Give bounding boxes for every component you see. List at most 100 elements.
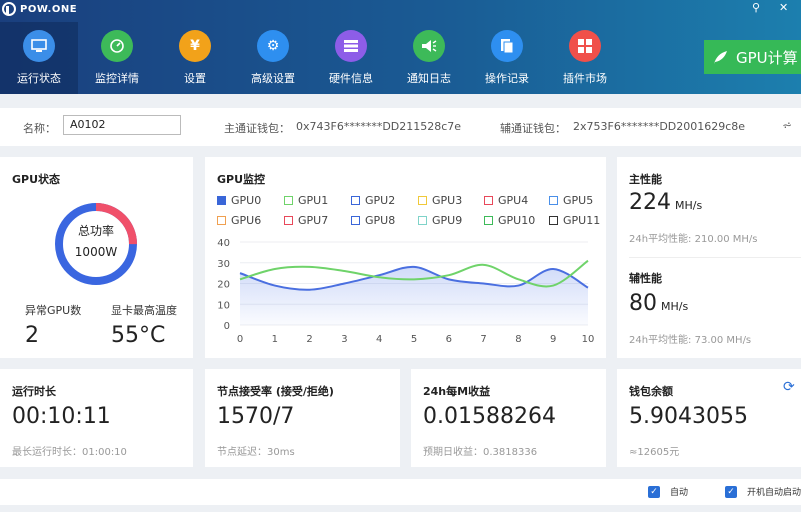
income-value: 0.01588264 — [423, 404, 556, 429]
auto-checkbox[interactable]: ✓ 自动 — [648, 485, 688, 498]
x-tick-label: 8 — [515, 334, 521, 345]
nav-label: 插件市场 — [563, 72, 607, 85]
aux-perf-value: 80 MH/s — [629, 291, 688, 316]
eye-hidden-icon[interactable]: ⩫ — [782, 118, 792, 132]
wallet-info-bar: 名称： A0102 主通证钱包： 0x743F6*******DD211528c… — [0, 108, 801, 146]
pin-icon[interactable]: ⚲ — [752, 1, 760, 15]
nav-label: 硬件信息 — [329, 72, 373, 85]
name-label: 名称： — [23, 122, 56, 135]
main-perf-title: 主性能 — [629, 173, 662, 186]
x-tick-label: 9 — [550, 334, 556, 345]
income-sub: 预期日收益：0.3818336 — [423, 447, 538, 458]
close-icon[interactable]: ✕ — [779, 1, 788, 15]
x-tick-label: 1 — [272, 334, 278, 345]
nav-label: 设置 — [184, 72, 206, 85]
gpu-monitor-chart: 0 10 20 30 40 0 1 2 3 4 5 6 7 8 9 10 — [217, 238, 595, 345]
x-tick-label: 4 — [376, 334, 382, 345]
y-tick-label: 10 — [217, 300, 230, 311]
abnormal-gpu-label: 异常GPU数 — [25, 304, 82, 317]
grid-icon — [569, 30, 601, 62]
max-temp-value: 55°C — [111, 323, 166, 348]
power-value: 1000W — [74, 245, 118, 259]
nav-item-hardware-info[interactable]: 硬件信息 — [312, 22, 390, 94]
nav-label: 高级设置 — [251, 72, 295, 85]
runtime-card: 运行时长 00:10:11 最长运行时长：01:00:10 — [0, 369, 193, 467]
accept-rate-card: 节点接受率 (接受/拒绝) 1570/7 节点延迟：30ms — [205, 369, 400, 467]
wallet-value: 5.9043055 — [629, 404, 748, 429]
divider — [629, 257, 801, 258]
y-tick-label: 20 — [217, 280, 230, 291]
runtime-title: 运行时长 — [12, 385, 56, 398]
monitor-icon — [23, 30, 55, 62]
nav-item-settings[interactable]: ¥ 设置 — [156, 22, 234, 94]
aux-perf-number: 80 — [629, 291, 657, 316]
performance-card: 主性能 224 MH/s 24h平均性能: 210.00 MH/s 辅性能 80 M… — [617, 157, 801, 358]
speaker-icon — [413, 30, 445, 62]
wallet-sub: ≈12605元 — [629, 447, 680, 458]
y-tick-label: 30 — [217, 259, 230, 270]
nav-label: 通知日志 — [407, 72, 451, 85]
nav-label: 监控详情 — [95, 72, 139, 85]
refresh-icon[interactable]: ⟳ — [783, 379, 795, 395]
main-perf-avg: 24h平均性能: 210.00 MH/s — [629, 234, 758, 245]
document-icon — [491, 30, 523, 62]
accept-value: 1570/7 — [217, 404, 295, 429]
main-wallet-value: 0x743F6*******DD211528c7e — [296, 120, 462, 133]
power-label: 总功率 — [77, 224, 114, 238]
nav-item-plugin-market[interactable]: 插件市场 — [546, 22, 624, 94]
income-card: 24h每M收益 0.01588264 预期日收益：0.3818336 — [411, 369, 606, 467]
x-tick-label: 3 — [341, 334, 347, 345]
accept-sub: 节点延迟：30ms — [217, 447, 295, 458]
main-perf-number: 224 — [629, 190, 671, 215]
gauge-icon — [101, 30, 133, 62]
gear-icon: ⚙ — [257, 30, 289, 62]
checkbox-checked-icon: ✓ — [725, 485, 737, 498]
aux-perf-unit: MH/s — [661, 300, 689, 313]
nav-label: 操作记录 — [485, 72, 529, 85]
checkbox-checked-icon: ✓ — [648, 485, 660, 498]
gpu-monitor-card: GPU监控 GPU0 GPU1 GPU2 GPU3 GPU4 GPU5 GPU6 GPU7 GP… — [205, 157, 606, 358]
leaf-icon — [714, 51, 727, 64]
nav-item-notification-log[interactable]: 通知日志 — [390, 22, 468, 94]
wallet-balance-card: 钱包余额 ⟳ 5.9043055 ≈12605元 — [617, 369, 801, 467]
x-tick-label: 7 — [480, 334, 486, 345]
aux-perf-avg: 24h平均性能: 73.00 MH/s — [629, 335, 752, 346]
accept-title: 节点接受率 (接受/拒绝) — [217, 385, 334, 398]
gpu-compute-button[interactable]: GPU计算 — [704, 40, 801, 74]
brand-name: POW.ONE — [20, 3, 78, 15]
brand: POW.ONE — [2, 1, 77, 17]
main-wallet-label: 主通证钱包： — [224, 122, 290, 135]
nav-item-monitor-details[interactable]: 监控详情 — [78, 22, 156, 94]
nav-item-run-status[interactable]: 运行状态 — [0, 22, 78, 94]
power-ring — [55, 203, 137, 285]
footer-bar: ✓ 自动 ✓ 开机自动启动 — [0, 479, 801, 505]
x-tick-label: 0 — [237, 334, 243, 345]
abnormal-gpu-value: 2 — [25, 323, 39, 348]
server-icon — [335, 30, 367, 62]
x-tick-label: 10 — [582, 334, 595, 345]
x-tick-label: 5 — [411, 334, 417, 345]
aux-perf-title: 辅性能 — [629, 272, 662, 285]
x-tick-label: 6 — [446, 334, 452, 345]
boot-label: 开机自动启动 — [747, 488, 801, 498]
nav-label: 运行状态 — [17, 72, 61, 85]
coin-icon: ¥ — [179, 30, 211, 62]
nav-item-operation-records[interactable]: 操作记录 — [468, 22, 546, 94]
wallet-title: 钱包余额 — [629, 385, 673, 398]
boot-autostart-checkbox[interactable]: ✓ 开机自动启动 — [725, 485, 801, 498]
gpu-compute-label: GPU计算 — [736, 48, 798, 67]
name-input[interactable]: A0102 — [63, 115, 181, 135]
aux-wallet-label: 辅通证钱包： — [500, 122, 566, 135]
max-temp-label: 显卡最高温度 — [111, 304, 177, 317]
main-perf-value: 224 MH/s — [629, 190, 702, 215]
main-nav: 运行状态 监控详情 ¥ 设置 ⚙ 高级设置 硬件信息 通知日志 操作记录 插件市… — [0, 22, 624, 94]
y-tick-label: 40 — [217, 238, 230, 249]
x-tick-label: 2 — [306, 334, 312, 345]
y-tick-label: 0 — [224, 321, 230, 332]
main-perf-unit: MH/s — [675, 199, 703, 212]
nav-item-advanced-settings[interactable]: ⚙ 高级设置 — [234, 22, 312, 94]
aux-wallet-value: 2x753F6*******DD2001629c8e — [573, 120, 746, 133]
runtime-value: 00:10:11 — [12, 404, 111, 429]
income-title: 24h每M收益 — [423, 385, 491, 398]
auto-label: 自动 — [670, 488, 689, 498]
